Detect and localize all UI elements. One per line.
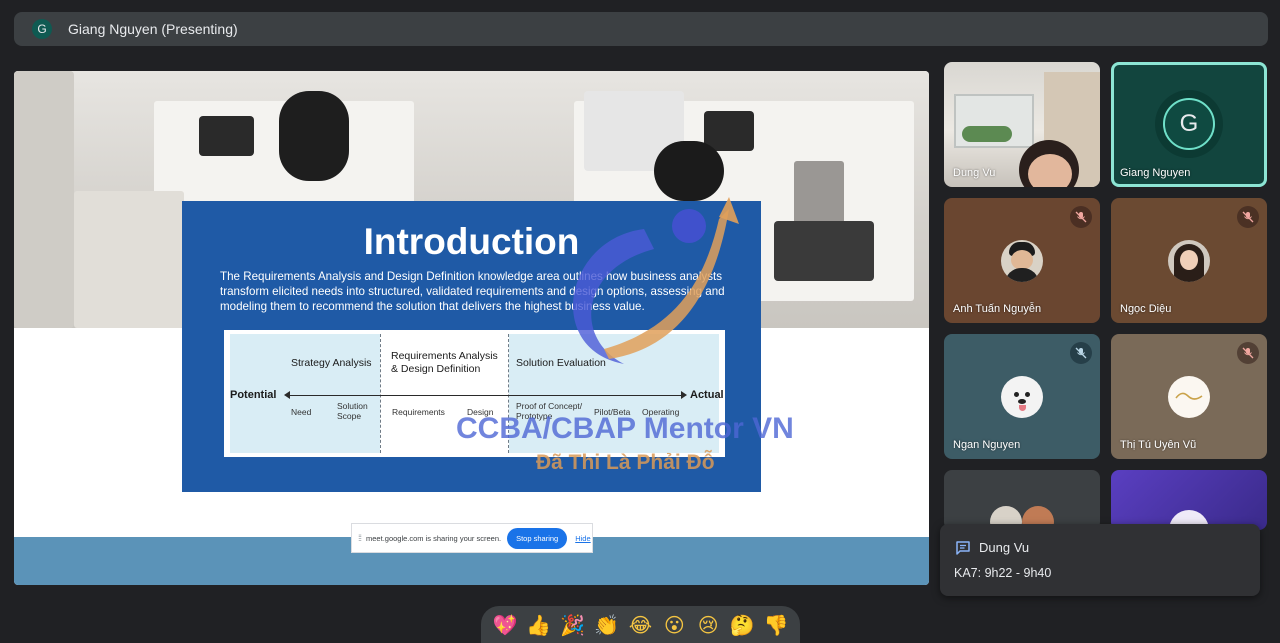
participant-tile-other[interactable] xyxy=(1111,470,1267,530)
mic-off-icon xyxy=(1070,206,1092,228)
stop-sharing-button[interactable]: Stop sharing xyxy=(507,527,568,549)
participant-tile-group[interactable] xyxy=(944,470,1100,530)
participant-tile-ngoc-dieu[interactable]: Ngọc Diệu xyxy=(1111,198,1267,323)
participant-tile-dung-vu[interactable]: Dung Vu xyxy=(944,62,1100,187)
presenter-bar: G Giang Nguyen (Presenting) xyxy=(14,12,1268,46)
reaction-joy-button[interactable]: 😂 xyxy=(626,611,654,639)
reactions-bar: 💖 👍 🎉 👏 😂 😮 😢 🤔 👎 xyxy=(481,606,800,643)
avatar xyxy=(1168,240,1210,282)
hide-share-bar-link[interactable]: Hide xyxy=(575,534,590,543)
participant-name: Dung Vu xyxy=(953,167,996,179)
step-solution-scope: Solution Scope xyxy=(337,401,368,421)
participant-tile-ngan-nguyen[interactable]: Ngan Nguyen xyxy=(944,334,1100,459)
reaction-crying-button[interactable]: 😢 xyxy=(694,611,722,639)
chat-icon xyxy=(956,541,970,555)
watermark-title: CCBA/CBAP Mentor VN xyxy=(456,412,794,445)
participant-name: Giang Nguyen xyxy=(1120,167,1191,179)
share-message: meet.google.com is sharing your screen. xyxy=(366,533,502,543)
participant-name: Anh Tuấn Nguyễn xyxy=(953,303,1042,315)
presenter-avatar: G xyxy=(32,19,52,39)
step-requirements: Requirements xyxy=(392,407,445,417)
axis-left-label: Potential xyxy=(230,389,277,401)
chat-sender: Dung Vu xyxy=(979,540,1030,555)
participant-name: Thị Tú Uyên Vũ xyxy=(1120,439,1197,451)
avatar xyxy=(1001,240,1043,282)
phase-strategy-analysis: Strategy Analysis xyxy=(291,357,372,369)
participant-tile-anh-tuan-nguyen[interactable]: Anh Tuấn Nguyễn xyxy=(944,198,1100,323)
mic-off-icon xyxy=(1237,342,1259,364)
phase-radd: Requirements Analysis & Design Definitio… xyxy=(391,350,498,375)
participant-name: Ngọc Diệu xyxy=(1120,303,1172,315)
mic-off-icon xyxy=(1237,206,1259,228)
chat-notification[interactable]: Dung Vu KA7: 9h22 - 9h40 xyxy=(940,524,1260,596)
step-need: Need xyxy=(291,407,312,417)
avatar xyxy=(1001,376,1043,418)
reaction-thumbs-down-button[interactable]: 👎 xyxy=(762,611,790,639)
participant-tile-giang-nguyen[interactable]: G Giang Nguyen xyxy=(1111,62,1267,187)
screen-share-bar: ⁞⁞ meet.google.com is sharing your scree… xyxy=(351,523,593,553)
reaction-sparkling-heart-button[interactable]: 💖 xyxy=(491,611,519,639)
participant-tile-thi-tu-uyen-vu[interactable]: Thị Tú Uyên Vũ xyxy=(1111,334,1267,459)
participant-avatar: G xyxy=(1155,90,1223,158)
axis-right-label: Actual xyxy=(690,389,724,401)
reaction-clapping-hands-button[interactable]: 👏 xyxy=(593,611,621,639)
drag-handle-icon[interactable]: ⁞⁞ xyxy=(358,533,362,543)
reaction-party-popper-button[interactable]: 🎉 xyxy=(559,611,587,639)
reaction-thumbs-up-button[interactable]: 👍 xyxy=(525,611,553,639)
watermark-slogan: Đã Thi Là Phải Đỗ xyxy=(536,451,715,474)
reaction-thinking-button[interactable]: 🤔 xyxy=(728,611,756,639)
mic-off-icon xyxy=(1070,342,1092,364)
avatar xyxy=(1168,376,1210,418)
chat-message: KA7: 9h22 - 9h40 xyxy=(954,566,1052,580)
presenter-title: Giang Nguyen (Presenting) xyxy=(68,21,238,37)
watermark-logo-icon xyxy=(573,197,739,364)
reaction-open-mouth-button[interactable]: 😮 xyxy=(660,611,688,639)
participant-name: Ngan Nguyen xyxy=(953,439,1021,451)
shared-screen: Introduction The Requirements Analysis a… xyxy=(14,71,929,585)
